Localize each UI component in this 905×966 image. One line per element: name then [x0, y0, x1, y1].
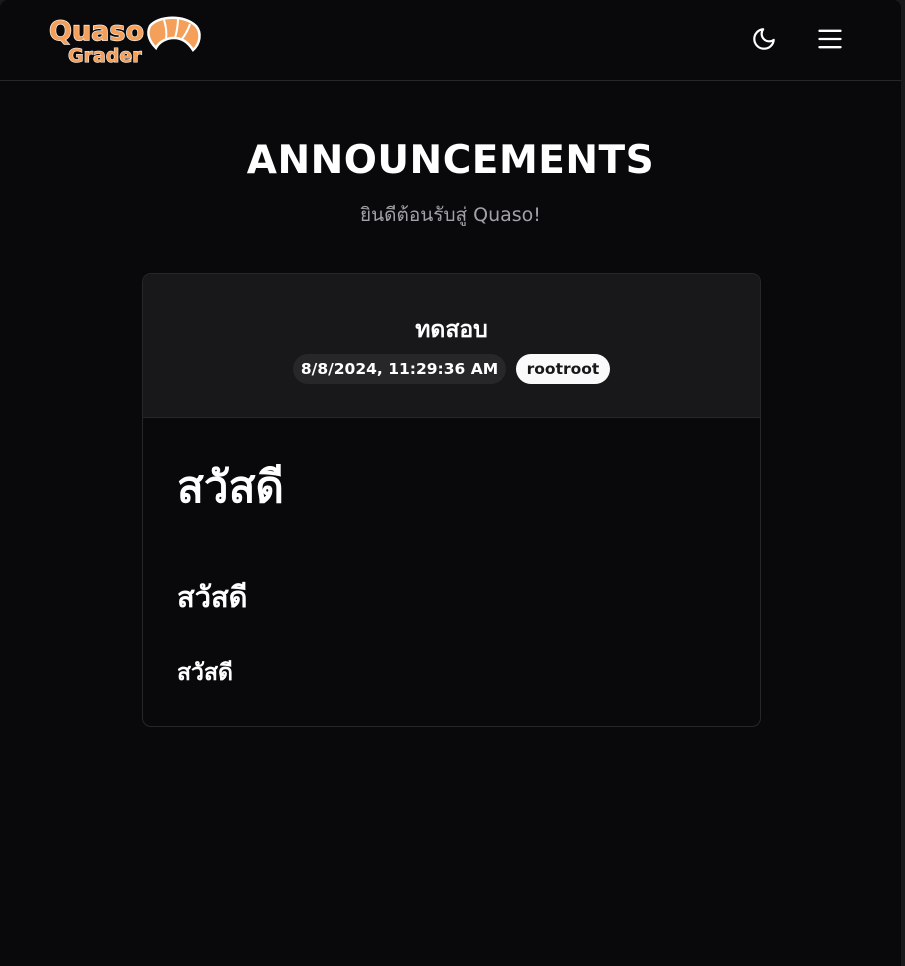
- croissant-icon: [147, 16, 201, 52]
- logo-graphic: Quaso Grader: [48, 15, 201, 68]
- content-heading-2: สวัสดี: [177, 580, 248, 614]
- navbar: Quaso Grader: [0, 0, 901, 81]
- page-subtitle: ยินดีต้อนรับสู่ Quaso!: [360, 204, 541, 226]
- content-heading-3: สวัสดี: [177, 660, 233, 686]
- content-heading-1: สวัสดี: [177, 462, 284, 513]
- hamburger-menu-icon: [818, 29, 842, 49]
- announcement-header: ทดสอบ 8/8/2024, 11:29:36 AM rootroot: [143, 274, 760, 418]
- author-badge: rootroot: [516, 354, 610, 384]
- app-window: Quaso Grader ANNOUNCEMENTS ยินดีต้อนรับส…: [0, 0, 901, 966]
- announcement-card: ทดสอบ 8/8/2024, 11:29:36 AM rootroot สวั…: [142, 273, 761, 727]
- menu-button[interactable]: [815, 24, 845, 54]
- moon-icon: [753, 28, 775, 50]
- theme-toggle-button[interactable]: [749, 24, 779, 54]
- page-title: ANNOUNCEMENTS: [246, 138, 655, 183]
- logo-text-grader: Grader: [68, 45, 142, 67]
- quaso-grader-logo[interactable]: Quaso Grader: [46, 12, 202, 68]
- announcement-title: ทดสอบ: [415, 317, 488, 343]
- logo-text-quaso: Quaso: [49, 16, 144, 47]
- date-badge: 8/8/2024, 11:29:36 AM: [293, 354, 506, 384]
